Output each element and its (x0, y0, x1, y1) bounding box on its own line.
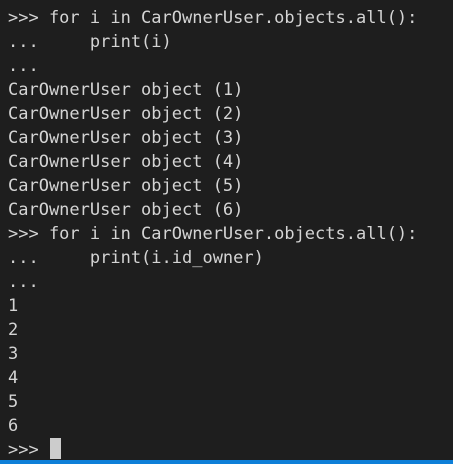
terminal-line: CarOwnerUser object (4) (8, 152, 244, 172)
terminal-panel[interactable]: >>> for i in CarOwnerUser.objects.all():… (0, 0, 453, 464)
terminal-line: 3 (8, 344, 19, 364)
terminal-line: CarOwnerUser object (3) (8, 128, 244, 148)
terminal-line: CarOwnerUser object (2) (8, 104, 244, 124)
terminal-line: 1 (8, 296, 19, 316)
prompt: >>> (8, 440, 49, 460)
terminal-line: 2 (8, 320, 19, 340)
terminal-line: CarOwnerUser object (6) (8, 200, 244, 220)
terminal-line: ... (8, 56, 39, 76)
terminal-line: ... (8, 272, 39, 292)
terminal-line: CarOwnerUser object (5) (8, 176, 244, 196)
input-line[interactable]: >>> (8, 438, 453, 462)
terminal-line: ... print(i.id_owner) (8, 248, 264, 268)
terminal-line: >>> for i in CarOwnerUser.objects.all(): (8, 8, 418, 28)
terminal-line: 4 (8, 368, 19, 388)
terminal-line: ... print(i) (8, 32, 172, 52)
terminal-line: 5 (8, 392, 19, 412)
terminal-line: >>> for i in CarOwnerUser.objects.all(): (8, 224, 418, 244)
text-cursor (49, 438, 61, 459)
status-bar (0, 460, 453, 464)
terminal-line: 6 (8, 416, 19, 436)
terminal-line: CarOwnerUser object (1) (8, 80, 244, 100)
